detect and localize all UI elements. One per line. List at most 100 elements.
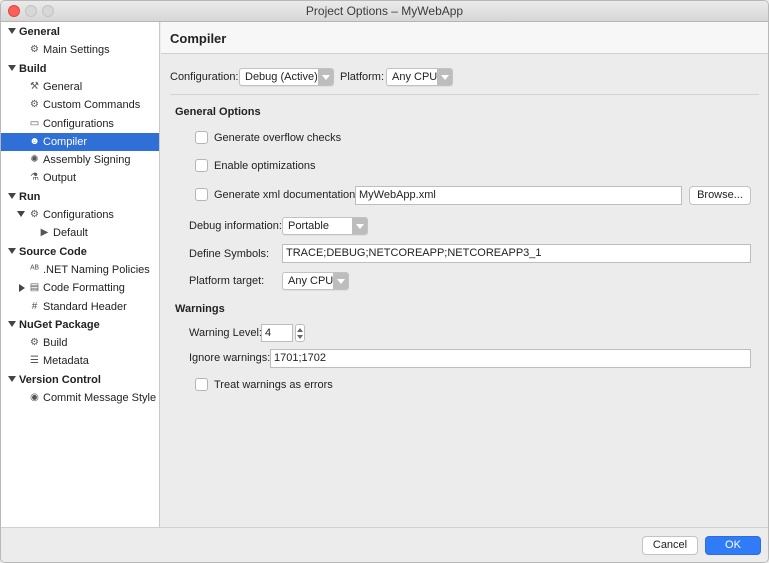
platform-target-label: Platform target:: [189, 275, 265, 287]
chevron-down-icon: [333, 273, 348, 289]
sidebar-item-label: Metadata: [43, 355, 89, 368]
define-symbols-field[interactable]: TRACE;DEBUG;NETCOREAPP;NETCOREAPP3_1: [282, 244, 751, 263]
debug-information-value: Portable: [288, 220, 329, 232]
sidebar-item[interactable]: ▶ Default: [1, 224, 159, 242]
platform-target-dropdown[interactable]: Any CPU: [282, 272, 349, 290]
xml-documentation-field[interactable]: MyWebApp.xml: [355, 186, 682, 205]
options-sidebar: General ⚙ Main Settings Build ⚒ General ⚙ Custo…: [1, 22, 160, 527]
general-options-heading: General Options: [175, 106, 261, 118]
dialog-footer: Cancel OK: [1, 527, 768, 562]
ok-button[interactable]: OK: [705, 536, 761, 555]
sidebar-item-label: Custom Commands: [43, 99, 141, 112]
sidebar-item[interactable]: ▤ Code Formatting: [1, 279, 159, 297]
ignore-warnings-field[interactable]: 1701;1702: [270, 349, 751, 368]
project-options-window: Project Options – MyWebApp General ⚙ Main …: [0, 0, 769, 563]
sidebar-section[interactable]: Source Code: [1, 243, 159, 261]
browse-button[interactable]: Browse...: [689, 186, 751, 205]
gear-icon: ⚙: [30, 44, 39, 56]
sidebar-item[interactable]: ✺ Assembly Signing: [1, 151, 159, 169]
sidebar-section[interactable]: Version Control: [1, 371, 159, 389]
platform-target-value: Any CPU: [288, 275, 334, 287]
chevron-down-icon: [437, 69, 452, 85]
stepper-down-icon: [297, 335, 303, 339]
sidebar-item[interactable]: ⚙ Build: [1, 334, 159, 352]
treat-warnings-as-errors-label: Treat warnings as errors: [214, 379, 333, 391]
sidebar-item-label: General: [19, 26, 60, 38]
warning-level-label: Warning Level:: [189, 327, 262, 339]
disclosure-triangle-icon[interactable]: [8, 247, 16, 254]
abc-icon: ᴬᴮ: [30, 263, 39, 275]
sidebar-section[interactable]: Build: [1, 60, 159, 78]
warning-level-field[interactable]: 4: [261, 324, 293, 342]
disclosure-triangle-icon[interactable]: [8, 28, 16, 34]
disclosure-triangle-icon[interactable]: [19, 284, 25, 293]
disclosure-triangle-icon[interactable]: [8, 192, 16, 199]
sidebar-item-label: Configurations: [43, 117, 114, 130]
sidebar-item-label: Run: [19, 190, 41, 203]
sidebar-item-label: Build: [43, 337, 68, 350]
platform-label: Platform:: [340, 71, 385, 83]
sidebar-item[interactable]: ⚗ Output: [1, 169, 159, 187]
gear-icon: ⚙: [30, 209, 39, 220]
sidebar-section[interactable]: General: [1, 23, 159, 41]
sidebar-section[interactable]: Run: [1, 188, 159, 206]
sidebar-item-label: Standard Header: [43, 300, 127, 313]
sidebar-item[interactable]: ▭ Configurations: [1, 115, 159, 133]
sidebar-item[interactable]: ☰ Metadata: [1, 352, 159, 370]
platform-dropdown[interactable]: Any CPU: [386, 68, 453, 86]
warning-level-stepper[interactable]: [295, 324, 305, 342]
panel-header: Compiler: [161, 22, 768, 54]
optimizations-label: Enable optimizations: [214, 160, 316, 172]
sidebar-item-label: Output: [43, 172, 77, 185]
sidebar-item[interactable]: ☻ Compiler: [1, 132, 159, 151]
disclosure-triangle-icon[interactable]: [8, 320, 16, 327]
overflow-checks-checkbox[interactable]: [195, 131, 208, 144]
title-bar: Project Options – MyWebApp: [1, 1, 768, 22]
optimizations-checkbox[interactable]: [195, 159, 208, 172]
sidebar-item[interactable]: ⚙ Configurations: [1, 206, 159, 224]
stepper-up-icon: [297, 328, 303, 332]
sidebar-item[interactable]: ⚙ Main Settings: [1, 41, 159, 59]
warnings-heading: Warnings: [175, 303, 225, 315]
configuration-dropdown[interactable]: Debug (Active): [239, 68, 334, 86]
debug-information-dropdown[interactable]: Portable: [282, 217, 368, 235]
sidebar-item-label: Compiler: [43, 135, 88, 148]
sidebar-item-label: Assembly Signing: [43, 154, 131, 167]
sidebar-item-label: General: [43, 80, 83, 93]
configuration-label: Configuration:: [170, 71, 239, 83]
disclosure-triangle-icon[interactable]: [17, 211, 25, 217]
gear-icon: ⚙: [30, 337, 39, 349]
document-icon: ▤: [29, 282, 40, 294]
sidebar-item-label: NuGet Package: [19, 318, 100, 331]
list-icon: ☰: [30, 355, 39, 367]
gear-icon: ⚙: [30, 99, 39, 111]
sidebar-item-label: Build: [19, 62, 47, 75]
cancel-button[interactable]: Cancel: [642, 536, 698, 555]
sidebar-item[interactable]: ◉ Commit Message Style: [1, 389, 159, 407]
xml-documentation-value: MyWebApp.xml: [359, 189, 436, 201]
xml-documentation-checkbox[interactable]: [195, 188, 208, 201]
chevron-down-icon: [352, 218, 367, 234]
sidebar-section[interactable]: NuGet Package: [1, 316, 159, 334]
sidebar-item-label: Version Control: [19, 373, 101, 386]
overflow-checks-label: Generate overflow checks: [214, 132, 342, 144]
play-icon: ▶: [40, 227, 49, 239]
chevron-down-icon: [318, 69, 333, 85]
sidebar-item-label: Commit Message Style: [43, 392, 157, 404]
divider: [170, 94, 759, 95]
ignore-warnings-value: 1701;1702: [274, 352, 326, 364]
xml-documentation-label: Generate xml documentation:: [214, 189, 359, 201]
platform-value: Any CPU: [392, 71, 438, 83]
compiler-panel: Compiler Configuration: Debug (Active) P…: [161, 22, 768, 527]
disclosure-triangle-icon[interactable]: [8, 375, 16, 382]
sidebar-item[interactable]: # Standard Header: [1, 298, 159, 316]
window-icon: ▭: [29, 117, 40, 129]
treat-warnings-as-errors-checkbox[interactable]: [195, 378, 208, 391]
sidebar-item[interactable]: ᴬᴮ .NET Naming Policies: [1, 261, 159, 279]
sidebar-item-label: Main Settings: [43, 44, 110, 57]
disclosure-triangle-icon[interactable]: [8, 64, 16, 71]
sidebar-item-label: Configurations: [43, 209, 114, 221]
sidebar-item[interactable]: ⚒ General: [1, 78, 159, 96]
commit-icon: ◉: [30, 392, 39, 403]
sidebar-item[interactable]: ⚙ Custom Commands: [1, 96, 159, 114]
